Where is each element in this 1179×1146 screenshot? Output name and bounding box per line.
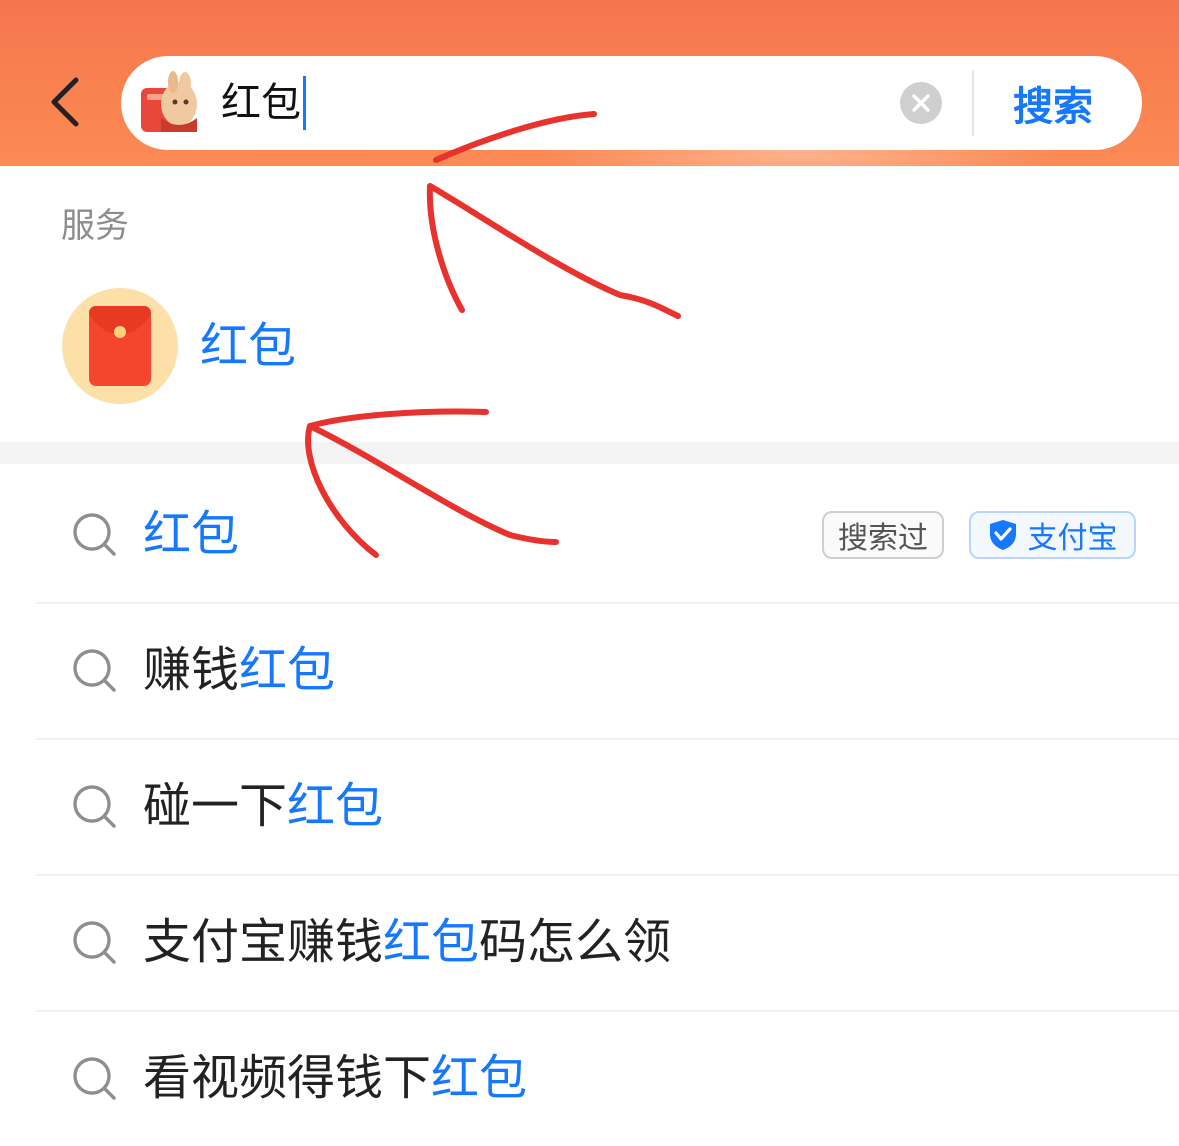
text-caret (303, 76, 306, 130)
section-separator (0, 442, 1179, 464)
search-icon (73, 785, 116, 828)
search-icon (73, 649, 116, 692)
search-divider (972, 70, 974, 136)
search-button[interactable]: 搜索 (993, 56, 1113, 150)
suggestion-item[interactable]: 赚钱红包 (0, 602, 1179, 738)
service-item-red-envelope[interactable]: 红包 (60, 286, 540, 406)
clear-button[interactable] (900, 82, 942, 124)
search-header: 红包 搜索 (0, 0, 1179, 166)
envelope-shape (89, 306, 151, 386)
search-box[interactable]: 红包 搜索 (121, 56, 1142, 150)
back-button[interactable] (36, 70, 92, 134)
suggestion-text: 红包 (143, 506, 240, 562)
shield-check-icon (989, 520, 1016, 550)
suggestion-text: 看视频得钱下红包 (143, 1050, 528, 1106)
chevron-left-icon (51, 77, 79, 127)
red-envelope-icon (62, 288, 178, 404)
suggestion-text: 支付宝赚钱红包码怎么领 (143, 914, 672, 970)
clear-icon (912, 94, 930, 112)
search-icon (73, 513, 116, 556)
suggestion-item[interactable]: 红包 搜索过 支付宝 (0, 466, 1179, 602)
mascot-icon (141, 71, 197, 132)
search-icon (73, 1057, 116, 1100)
envelope-seal (114, 326, 126, 338)
alipay-tag-label: 支付宝 (1027, 521, 1118, 556)
searched-before-tag: 搜索过 (822, 511, 944, 559)
suggestion-text: 碰一下红包 (143, 778, 384, 834)
suggestion-item[interactable]: 看视频得钱下红包 (0, 1010, 1179, 1146)
suggestion-item[interactable]: 碰一下红包 (0, 738, 1179, 874)
alipay-tag: 支付宝 (969, 511, 1136, 559)
search-input[interactable]: 红包 (221, 74, 306, 132)
search-icon (73, 921, 116, 964)
suggestion-text: 赚钱红包 (143, 642, 336, 698)
service-item-label: 红包 (200, 318, 297, 374)
service-section-label: 服务 (61, 206, 129, 246)
suggestion-item[interactable]: 支付宝赚钱红包码怎么领 (0, 874, 1179, 1010)
search-query: 红包 (221, 80, 301, 126)
